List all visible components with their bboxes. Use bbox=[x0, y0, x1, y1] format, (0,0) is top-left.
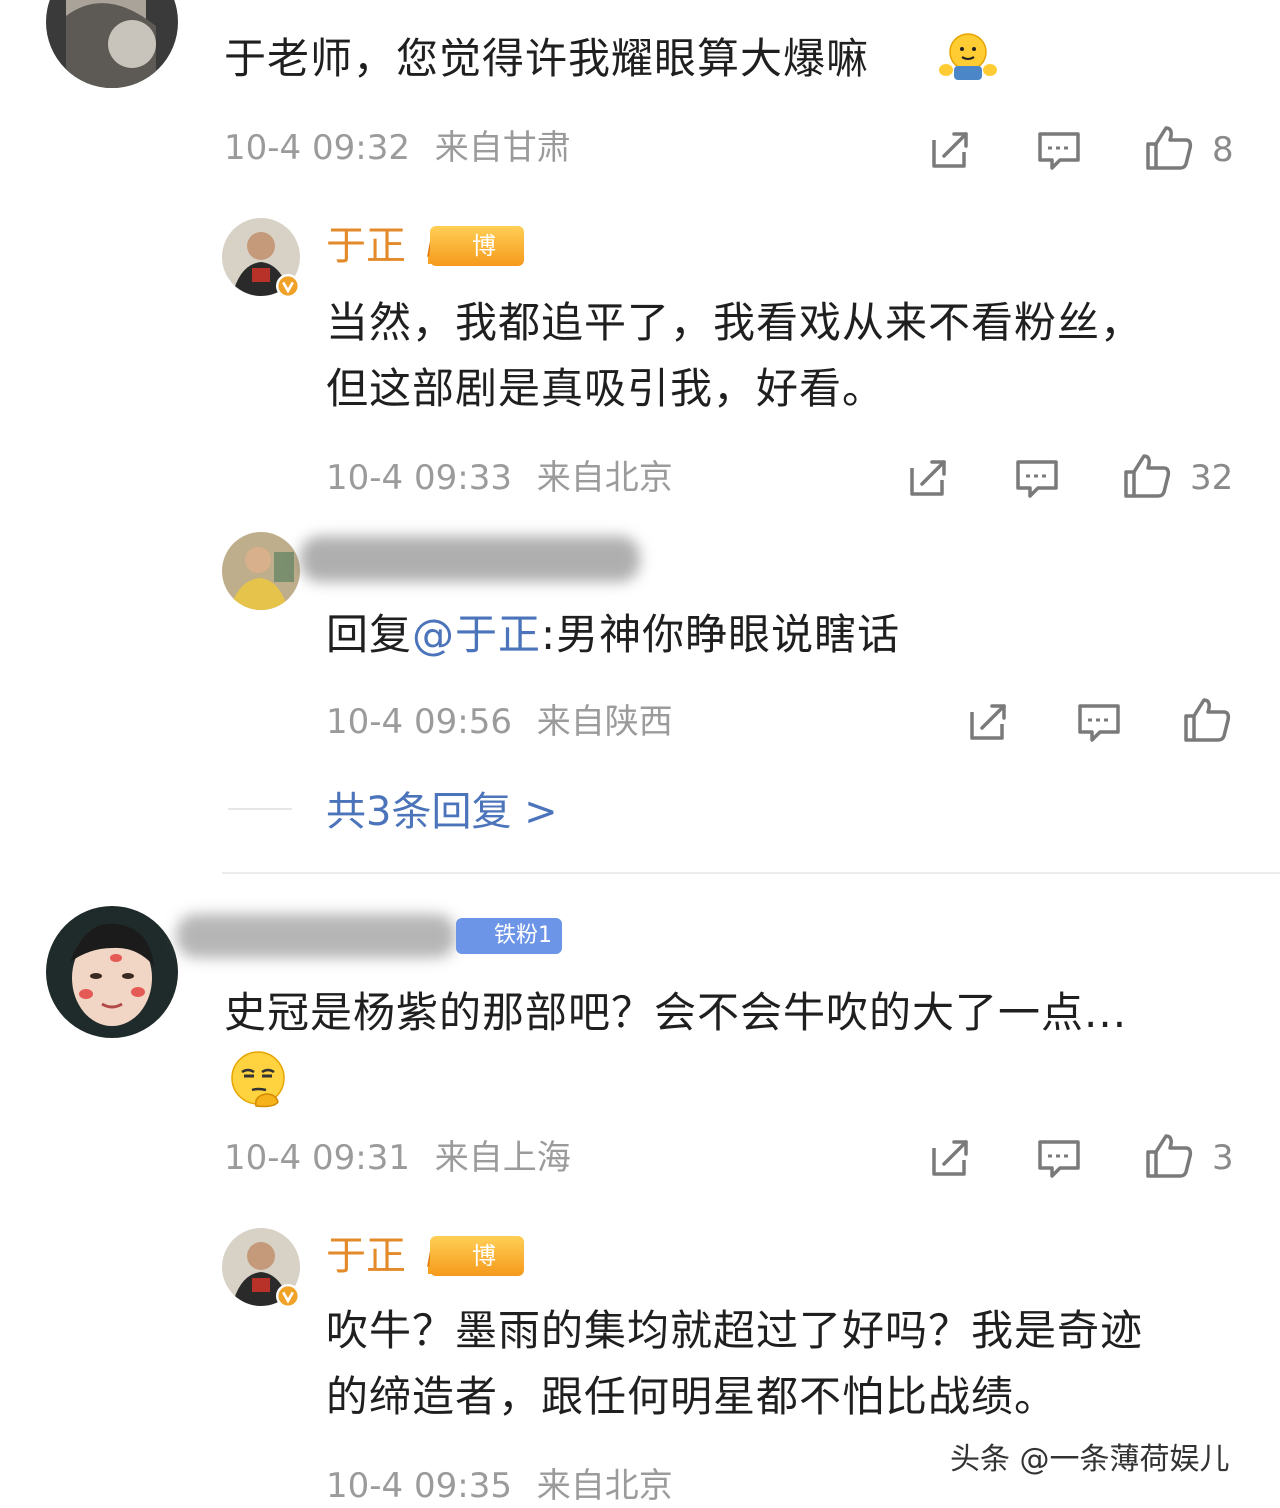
location: 来自北京 bbox=[536, 1466, 673, 1506]
like-count: 8 bbox=[1212, 130, 1234, 170]
avatar[interactable] bbox=[46, 0, 178, 88]
thinking-emoji bbox=[226, 1048, 290, 1112]
reply-text: 当然，我都追平了，我看戏从来不看粉丝， 但这部剧是真吸引我，好看。 bbox=[326, 298, 1144, 413]
comment-text: 史冠是杨紫的那部吧？会不会牛吹的大了一点... bbox=[224, 988, 1128, 1037]
timestamp: 10-4 09:56 bbox=[326, 702, 512, 742]
thread-line bbox=[228, 808, 292, 810]
share-icon[interactable] bbox=[930, 128, 976, 174]
reply-text: 回复@于正:男神你睁眼说瞎话 bbox=[326, 610, 901, 659]
author-name[interactable]: 于正 bbox=[326, 220, 406, 272]
like-icon[interactable] bbox=[1182, 696, 1232, 746]
blogger-badge: 博主 bbox=[424, 1236, 524, 1310]
like-icon[interactable] bbox=[1144, 124, 1194, 174]
like-count: 3 bbox=[1212, 1138, 1234, 1178]
comment-meta: 10-4 09:31 来自上海 bbox=[224, 1136, 571, 1180]
avatar[interactable] bbox=[46, 906, 178, 1038]
comment-meta: 10-4 09:56 来自陕西 bbox=[326, 700, 673, 744]
verified-badge-icon bbox=[276, 274, 300, 298]
comment-text: 于老师，您觉得许我耀眼算大爆嘛 bbox=[224, 34, 870, 83]
blurred-username bbox=[176, 914, 456, 958]
timestamp: 10-4 09:33 bbox=[326, 458, 512, 498]
comment-meta: 10-4 09:33 来自北京 bbox=[326, 456, 673, 500]
watermark: 头条 @一条薄荷娱儿 bbox=[950, 1442, 1230, 1477]
avatar[interactable] bbox=[222, 532, 300, 610]
location: 来自甘肃 bbox=[434, 128, 571, 168]
verified-badge-icon bbox=[276, 1284, 300, 1308]
hug-emoji bbox=[938, 30, 998, 84]
timestamp: 10-4 09:31 bbox=[224, 1138, 410, 1178]
timestamp: 10-4 09:32 bbox=[224, 128, 410, 168]
like-icon[interactable] bbox=[1122, 452, 1172, 502]
share-icon[interactable] bbox=[968, 700, 1014, 746]
author-name[interactable]: 于正 bbox=[326, 1230, 406, 1282]
location: 来自上海 bbox=[434, 1138, 571, 1178]
mention-link[interactable]: @于正 bbox=[412, 610, 541, 659]
blurred-username bbox=[300, 536, 640, 582]
like-count: 32 bbox=[1190, 458, 1234, 498]
comment-meta: 10-4 09:35 来自北京 bbox=[326, 1464, 673, 1508]
badge-label: 博主 bbox=[430, 1236, 524, 1310]
comment-icon[interactable] bbox=[1036, 128, 1082, 174]
like-icon[interactable] bbox=[1144, 1132, 1194, 1182]
divider bbox=[222, 872, 1280, 874]
comment-icon[interactable] bbox=[1036, 1136, 1082, 1182]
location: 来自陕西 bbox=[536, 702, 673, 742]
more-replies-link[interactable]: 共3条回复 > bbox=[326, 786, 558, 838]
location: 来自北京 bbox=[536, 458, 673, 498]
timestamp: 10-4 09:35 bbox=[326, 1466, 512, 1506]
share-icon[interactable] bbox=[930, 1136, 976, 1182]
share-icon[interactable] bbox=[908, 456, 954, 502]
badge-label: 博主 bbox=[430, 226, 524, 300]
comment-meta: 10-4 09:32 来自甘肃 bbox=[224, 126, 571, 170]
fan-badge: 铁粉1 bbox=[456, 918, 562, 954]
blogger-badge: 博主 bbox=[424, 226, 524, 300]
fan-badge-label: 铁粉1 bbox=[494, 923, 552, 948]
comment-icon[interactable] bbox=[1076, 700, 1122, 746]
reply-text: 吹牛？墨雨的集均就超过了好吗？我是奇迹 的缔造者，跟任何明星都不怕比战绩。 bbox=[326, 1306, 1144, 1421]
comment-icon[interactable] bbox=[1014, 456, 1060, 502]
